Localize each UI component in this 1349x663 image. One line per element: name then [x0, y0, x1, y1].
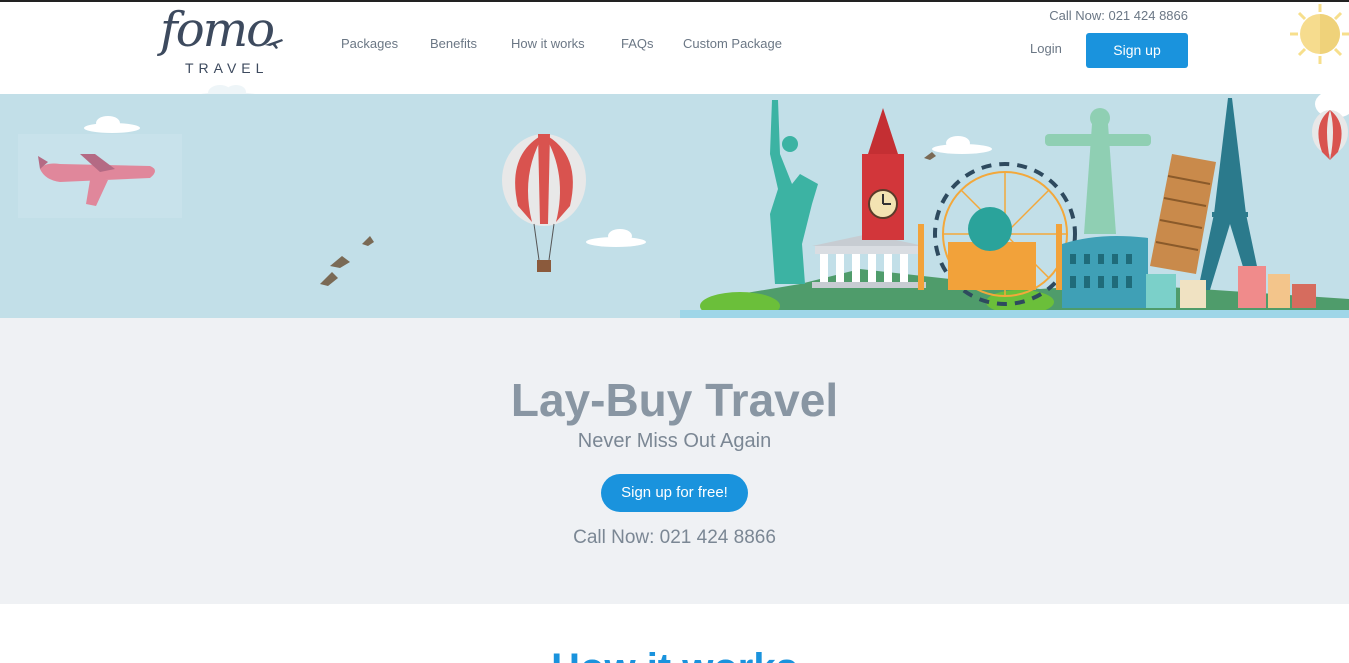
hero-illustration [0, 94, 1349, 318]
sun-icon [1290, 4, 1349, 64]
how-it-works-section: How it works [0, 604, 1349, 663]
logo-subtitle: TRAVEL [185, 60, 269, 76]
big-ben-icon [862, 108, 904, 240]
fomo-travel-logo[interactable]: fomo TRAVEL [160, 4, 284, 80]
nav-packages[interactable]: Packages [341, 36, 398, 51]
nav-how-it-works[interactable]: How it works [511, 36, 585, 51]
logo-plane-icon [265, 39, 283, 49]
login-link[interactable]: Login [1030, 41, 1062, 56]
page-title: Lay-Buy Travel [510, 374, 839, 426]
nav-faqs[interactable]: FAQs [621, 36, 654, 51]
nav-custom-package[interactable]: Custom Package [683, 36, 782, 51]
logo-wordmark: fomo [160, 2, 275, 58]
small-balloon-icon [1312, 110, 1348, 160]
header-call-now[interactable]: Call Now: 021 424 8866 [1049, 8, 1188, 23]
site-header: fomo TRAVEL Packages Benefits How it wor… [0, 2, 1349, 104]
hot-air-balloon-icon [502, 134, 586, 272]
page-subtitle: Never Miss Out Again [577, 430, 772, 452]
nav-benefits[interactable]: Benefits [430, 36, 477, 51]
signup-free-button[interactable]: Sign up for free! [601, 474, 748, 512]
taj-mahal-icon [918, 207, 1062, 290]
hero-section: Lay-Buy Travel Never Miss Out Again Sign… [0, 318, 1349, 604]
signup-button[interactable]: Sign up [1086, 33, 1188, 68]
statue-of-liberty-icon [770, 100, 818, 284]
hero-call-now[interactable]: Call Now: 021 424 8866 [0, 527, 1349, 549]
section-title: How it works [0, 646, 1349, 663]
christ-redeemer-icon [1045, 108, 1151, 234]
colosseum-icon [1062, 236, 1148, 308]
travel-landmarks-illustration [18, 94, 1349, 318]
